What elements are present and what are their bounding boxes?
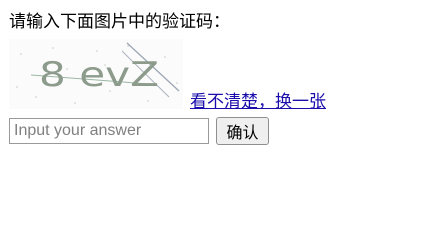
captcha-text: 8 evZ: [39, 55, 159, 95]
captcha-prompt: 请输入下面图片中的验证码：: [9, 12, 230, 32]
captcha-image: 8 evZ: [9, 39, 183, 109]
confirm-button[interactable]: 确认: [216, 117, 269, 145]
refresh-captcha-link[interactable]: 看不清楚，换一张: [190, 92, 326, 112]
answer-input[interactable]: [9, 118, 209, 144]
captcha-form: 请输入下面图片中的验证码： 8 evZ 看不清楚，换一张 确认: [0, 0, 421, 217]
